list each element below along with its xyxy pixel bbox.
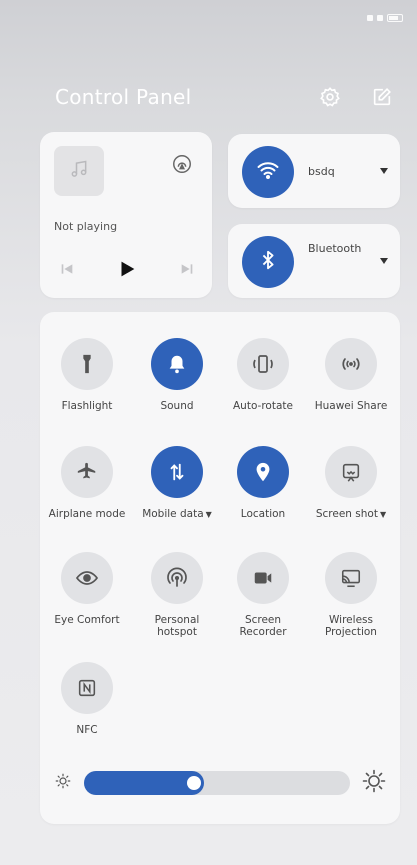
- header-actions: [317, 84, 395, 110]
- brightness-slider-handle[interactable]: [187, 776, 201, 790]
- battery-icon: [387, 14, 403, 22]
- bluetooth-icon: [257, 249, 279, 275]
- toggle-label: Wireless Projection: [325, 614, 377, 638]
- nfc-icon: [61, 662, 113, 714]
- status-bar: [0, 0, 417, 36]
- chevron-down-icon[interactable]: [378, 256, 390, 266]
- toggle-flashlight[interactable]: Flashlight: [44, 338, 130, 440]
- rotate-icon: [237, 338, 289, 390]
- toggle-label: Screen shot ▼: [308, 508, 394, 521]
- next-icon[interactable]: [174, 256, 200, 282]
- toggle-label: Sound: [160, 400, 194, 412]
- toggle-label: Mobile data ▼: [134, 508, 220, 521]
- sun-small-icon: [54, 772, 72, 794]
- toggle-screen-recorder[interactable]: Screen Recorder: [220, 552, 306, 654]
- brightness-slider[interactable]: [84, 771, 350, 795]
- wifi-status-icon: [377, 15, 383, 21]
- music-note-icon: [69, 159, 89, 183]
- brightness-control: [54, 766, 386, 800]
- toggle-location[interactable]: Location: [220, 446, 306, 548]
- page-title: Control Panel: [55, 85, 192, 109]
- toggle-label: Screen Recorder: [239, 614, 287, 638]
- airplane-icon: [61, 446, 113, 498]
- chevron-down-icon[interactable]: [378, 166, 390, 176]
- chevron-down-icon[interactable]: ▼: [380, 510, 386, 519]
- toggle-eye-comfort[interactable]: Eye Comfort: [44, 552, 130, 654]
- projection-icon: [325, 552, 377, 604]
- wifi-icon: [256, 158, 280, 186]
- flashlight-icon: [61, 338, 113, 390]
- previous-icon[interactable]: [54, 256, 80, 282]
- brightness-slider-fill: [84, 771, 204, 795]
- wifi-card[interactable]: bsdq: [228, 134, 400, 208]
- gear-icon[interactable]: [317, 84, 343, 110]
- toggle-label: Huawei Share: [314, 400, 388, 412]
- bluetooth-label: Bluetooth: [308, 242, 362, 255]
- toggle-nfc[interactable]: NFC: [44, 662, 130, 764]
- toggle-label: Eye Comfort: [54, 614, 120, 626]
- screenshot-icon: [325, 446, 377, 498]
- toggle-sound[interactable]: Sound: [134, 338, 220, 440]
- wifi-toggle[interactable]: [242, 146, 294, 198]
- toggle-hotspot[interactable]: Personal hotspot: [134, 552, 220, 654]
- media-controls: [54, 256, 200, 282]
- chevron-down-icon[interactable]: ▼: [206, 510, 212, 519]
- hotspot-icon: [151, 552, 203, 604]
- eye-icon: [61, 552, 113, 604]
- bluetooth-card[interactable]: Bluetooth: [228, 224, 400, 298]
- toggle-auto-rotate[interactable]: Auto-rotate: [220, 338, 306, 440]
- wifi-network-name: bsdq: [308, 165, 335, 178]
- toggle-label: Personal hotspot: [154, 614, 200, 638]
- bell-icon: [151, 338, 203, 390]
- toggle-label: Location: [240, 508, 286, 520]
- share-wave-icon: [325, 338, 377, 390]
- status-icons: [367, 14, 403, 22]
- edit-icon[interactable]: [369, 84, 395, 110]
- toggle-wireless-projection[interactable]: Wireless Projection: [308, 552, 394, 654]
- cast-icon[interactable]: [170, 152, 194, 176]
- sun-large-icon: [362, 769, 386, 797]
- album-art: [54, 146, 104, 196]
- play-icon[interactable]: [114, 256, 140, 282]
- toggle-label-text: Mobile data: [142, 508, 204, 520]
- toggle-label: Auto-rotate: [232, 400, 293, 412]
- signal-icon: [367, 15, 373, 21]
- toggle-huawei-share[interactable]: Huawei Share: [308, 338, 394, 440]
- toggle-airplane[interactable]: Airplane mode: [44, 446, 130, 548]
- toggle-label-text: Screen shot: [315, 508, 378, 520]
- data-arrows-icon: [151, 446, 203, 498]
- media-card: Not playing: [40, 132, 212, 298]
- toggle-label: Airplane mode: [48, 508, 126, 520]
- panel-header: Control Panel: [55, 80, 395, 114]
- toggle-label: NFC: [76, 724, 98, 736]
- camera-icon: [237, 552, 289, 604]
- quick-toggles-card: Flashlight Sound Auto-rotate Huawei Shar…: [40, 312, 400, 824]
- location-pin-icon: [237, 446, 289, 498]
- toggle-screenshot[interactable]: Screen shot ▼: [308, 446, 394, 548]
- toggle-mobile-data[interactable]: Mobile data ▼: [134, 446, 220, 548]
- bluetooth-toggle[interactable]: [242, 236, 294, 288]
- media-status: Not playing: [54, 220, 118, 233]
- toggle-label: Flashlight: [61, 400, 113, 412]
